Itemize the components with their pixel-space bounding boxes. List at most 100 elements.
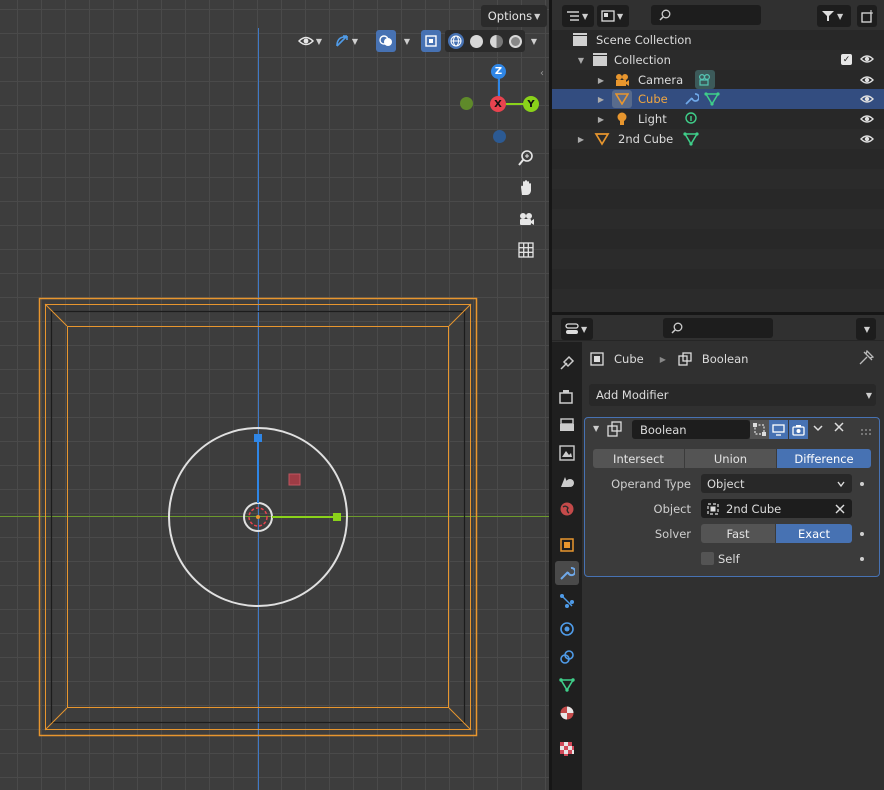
outliner-row-collection[interactable]: ▼ Collection ✓: [552, 50, 884, 70]
eye-icon[interactable]: [860, 133, 874, 148]
light-data-icon[interactable]: [683, 112, 699, 129]
animate-property-dot-icon[interactable]: [860, 482, 864, 486]
mesh-object-icon: [594, 132, 610, 146]
viewport-display-toggle[interactable]: [769, 420, 788, 439]
object-tab-icon[interactable]: [555, 533, 579, 557]
operation-difference-button[interactable]: Difference: [777, 449, 871, 468]
display-mode-dropdown[interactable]: ▼: [597, 5, 629, 27]
outliner-row-cube[interactable]: ▶ Cube: [552, 89, 884, 109]
visibility-dropdown[interactable]: ▼: [294, 30, 326, 52]
particles-tab-icon[interactable]: [555, 589, 579, 613]
texture-tab-icon[interactable]: [555, 737, 579, 761]
xray-toggle[interactable]: [421, 30, 441, 52]
panel-collapse-arrow-icon[interactable]: ▼: [593, 424, 599, 433]
close-icon: [834, 422, 844, 432]
shading-mode-group[interactable]: [445, 30, 525, 52]
eye-icon[interactable]: [860, 53, 874, 68]
constraints-tab-icon[interactable]: [555, 645, 579, 669]
overlays-toggle[interactable]: [376, 30, 396, 52]
outliner-row-camera[interactable]: ▶ Camera: [552, 70, 884, 90]
edit-mode-toggle[interactable]: [750, 420, 769, 439]
render-tab-icon[interactable]: [555, 385, 579, 409]
modifier-menu-dropdown[interactable]: [812, 422, 824, 437]
modifier-tab-icon[interactable]: [555, 561, 579, 585]
camera-data-icon[interactable]: [695, 70, 715, 89]
properties-search-input[interactable]: [663, 318, 773, 338]
operation-union-button[interactable]: Union: [685, 449, 776, 468]
gizmo-z-axis[interactable]: Z: [491, 64, 506, 79]
rendered-shading-icon[interactable]: [508, 34, 522, 48]
world-tab-icon[interactable]: [555, 497, 579, 521]
add-modifier-dropdown[interactable]: Add Modifier ▼: [589, 384, 876, 406]
solid-shading-icon[interactable]: [470, 34, 484, 48]
gizmo-y-axis[interactable]: Y: [523, 96, 539, 112]
eye-icon[interactable]: [860, 74, 874, 89]
shading-dropdown[interactable]: ▼: [526, 30, 540, 52]
gizmo-neg-z-axis[interactable]: [493, 130, 506, 143]
data-tab-icon[interactable]: [555, 673, 579, 697]
mesh-data-icon[interactable]: [683, 132, 699, 149]
checkbox-icon[interactable]: ✓: [841, 54, 852, 65]
self-checkbox[interactable]: [701, 552, 714, 565]
properties-editor-type-dropdown[interactable]: ▼: [561, 318, 593, 340]
filter-dropdown[interactable]: ▼: [817, 5, 851, 27]
search-icon: [671, 322, 683, 334]
solver-fast-button[interactable]: Fast: [701, 524, 775, 543]
render-toggle[interactable]: [789, 420, 808, 439]
wireframe-shading-icon[interactable]: [448, 33, 465, 49]
camera-icon[interactable]: [513, 207, 539, 233]
mesh-data-icon[interactable]: [704, 92, 720, 109]
output-tab-icon[interactable]: [555, 413, 579, 437]
object-icon: [590, 352, 604, 366]
physics-tab-icon[interactable]: [555, 617, 579, 641]
hand-pan-icon[interactable]: [513, 175, 539, 201]
outliner-row-2nd-cube[interactable]: ▶ 2nd Cube: [552, 129, 884, 149]
overlays-dropdown[interactable]: ▼: [398, 30, 414, 52]
expand-arrow-icon[interactable]: ▶: [596, 95, 606, 104]
clear-field-icon[interactable]: [835, 504, 845, 514]
chevron-down-icon: ▼: [582, 11, 589, 21]
zoom-icon[interactable]: [513, 145, 539, 171]
cube-wireframe[interactable]: [0, 0, 549, 790]
display-mode-icon: [601, 10, 615, 22]
material-tab-icon[interactable]: [555, 701, 579, 725]
remove-modifier-button[interactable]: [833, 421, 845, 436]
object-field-icon: [707, 502, 719, 515]
eye-icon[interactable]: [860, 93, 874, 108]
gizmo-x-axis[interactable]: X: [490, 96, 506, 112]
solver-exact-button[interactable]: Exact: [776, 524, 852, 543]
new-collection-button[interactable]: [857, 5, 877, 27]
operation-intersect-button[interactable]: Intersect: [593, 449, 684, 468]
scene-tab-icon[interactable]: [555, 469, 579, 493]
properties-options-dropdown[interactable]: ▼: [856, 318, 876, 340]
editor-type-dropdown[interactable]: ▼: [562, 5, 594, 27]
animate-property-dot-icon[interactable]: [860, 532, 864, 536]
camera-object-icon: [614, 73, 630, 87]
options-dropdown[interactable]: Options ▼: [481, 5, 547, 27]
3d-viewport[interactable]: Options ▼ ▼ ▼ ▼ ▼ Z X Y ‹: [0, 0, 549, 790]
modifier-name-input[interactable]: Boolean: [632, 420, 750, 439]
outliner-row-light[interactable]: ▶ Light: [552, 109, 884, 129]
animate-property-dot-icon[interactable]: [860, 557, 864, 561]
outliner-search-input[interactable]: [651, 5, 761, 25]
material-shading-icon[interactable]: [489, 34, 503, 48]
drag-handle-icon[interactable]: [860, 425, 874, 439]
gizmo-neg-y-axis[interactable]: [460, 97, 473, 110]
grid-icon[interactable]: [513, 237, 539, 263]
outliner-row-scene-collection[interactable]: Scene Collection: [552, 30, 884, 50]
pin-icon[interactable]: [858, 349, 875, 369]
object-field[interactable]: 2nd Cube: [701, 499, 852, 518]
collapse-arrow-icon[interactable]: ‹: [540, 68, 544, 79]
wrench-icon[interactable]: [683, 91, 700, 110]
expand-arrow-icon[interactable]: ▼: [576, 56, 586, 65]
view-layer-tab-icon[interactable]: [555, 441, 579, 465]
properties-icon: [565, 323, 579, 334]
chevron-down-icon: ▼: [865, 390, 872, 400]
expand-arrow-icon[interactable]: ▶: [596, 76, 606, 85]
operand-type-dropdown[interactable]: Object: [701, 474, 852, 493]
expand-arrow-icon[interactable]: ▶: [576, 135, 586, 144]
tool-tab-icon[interactable]: [555, 351, 579, 375]
expand-arrow-icon[interactable]: ▶: [596, 115, 606, 124]
gizmo-dropdown[interactable]: ▼: [330, 30, 362, 52]
eye-icon[interactable]: [860, 113, 874, 128]
